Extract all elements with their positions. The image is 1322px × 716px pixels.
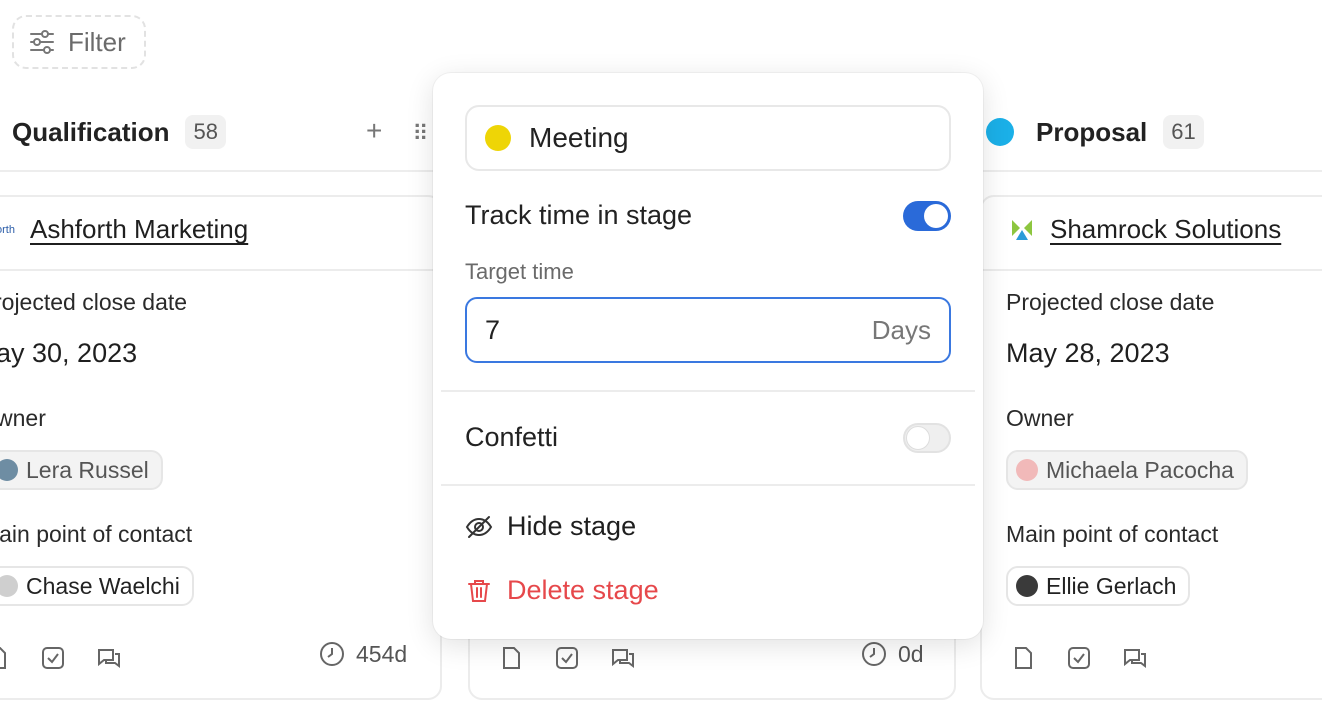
- contact-chip[interactable]: Ellie Gerlach: [1006, 566, 1191, 606]
- confetti-row: Confetti: [465, 422, 951, 453]
- comments-icon[interactable]: [610, 645, 636, 671]
- stage-color-dot: [986, 118, 1014, 146]
- owner-label: wner: [0, 405, 46, 431]
- company-link[interactable]: orth Ashforth Marketing: [0, 214, 248, 245]
- column-actions: + ⠿: [366, 115, 429, 147]
- popover-divider: [441, 390, 975, 392]
- trash-icon: [468, 579, 490, 602]
- card-footer-icons: [1010, 640, 1178, 676]
- owner-chip[interactable]: Lera Russel: [0, 450, 163, 490]
- target-time-input[interactable]: 7 Days: [465, 297, 951, 363]
- owner-name: Michaela Pacocha: [1046, 456, 1234, 483]
- track-time-toggle[interactable]: [903, 200, 951, 231]
- shamrock-logo-icon: [1012, 219, 1032, 240]
- deal-card[interactable]: [980, 195, 1322, 700]
- clock-icon: [862, 642, 886, 666]
- eye-off-icon: [465, 515, 493, 538]
- add-icon[interactable]: +: [366, 115, 382, 147]
- hide-stage-label: Hide stage: [507, 511, 637, 541]
- time-value: 0d: [898, 640, 924, 667]
- close-date-value: May 28, 2023: [1006, 338, 1170, 368]
- sliders-icon: [30, 30, 54, 54]
- close-date-label: Projected close date: [1006, 289, 1215, 315]
- confetti-label: Confetti: [465, 422, 559, 452]
- column-title: Proposal: [1036, 116, 1148, 147]
- deal-card[interactable]: [0, 195, 442, 700]
- stage-name-field[interactable]: Meeting: [465, 105, 951, 171]
- target-time-label: Target time: [465, 259, 574, 284]
- avatar: [1016, 575, 1038, 597]
- filter-label: Filter: [68, 26, 126, 57]
- column-divider: [0, 170, 440, 172]
- owner-name: Lera Russel: [26, 456, 149, 483]
- contact-label: lain point of contact: [0, 521, 193, 547]
- clock-icon: [320, 642, 344, 666]
- company-logo: orth: [0, 223, 15, 236]
- checkbox-icon[interactable]: [554, 645, 580, 671]
- track-time-label: Track time in stage: [465, 200, 693, 230]
- column-count-badge: 58: [185, 115, 226, 149]
- stage-color-dot[interactable]: [485, 125, 511, 151]
- document-icon[interactable]: [498, 645, 524, 671]
- hide-stage-item[interactable]: Hide stage: [465, 511, 636, 542]
- filter-button[interactable]: Filter: [12, 15, 146, 69]
- card-footer-icons: [498, 640, 666, 676]
- target-time-value: 7: [485, 314, 501, 345]
- document-icon[interactable]: [0, 645, 10, 671]
- time-in-stage: 454d: [318, 640, 407, 668]
- popover-divider: [441, 484, 975, 486]
- time-value: 454d: [356, 640, 408, 667]
- avatar: [1016, 459, 1038, 481]
- company-link[interactable]: Shamrock Solutions: [1008, 214, 1281, 245]
- toggle-knob: [924, 203, 948, 228]
- close-date-value: lay 30, 2023: [0, 338, 138, 368]
- target-time-unit: Days: [871, 314, 931, 345]
- column-header-qualification: Qualification 58: [12, 108, 226, 156]
- comments-icon[interactable]: [96, 645, 122, 671]
- delete-stage-label: Delete stage: [507, 575, 659, 605]
- card-separator: [0, 269, 440, 271]
- track-time-row: Track time in stage: [465, 200, 951, 231]
- card-separator: [982, 269, 1322, 271]
- company-name[interactable]: Shamrock Solutions: [1050, 214, 1281, 245]
- close-date-label: rojected close date: [0, 289, 188, 315]
- confetti-toggle[interactable]: [903, 422, 951, 453]
- contact-name: Ellie Gerlach: [1046, 572, 1177, 599]
- checkbox-icon[interactable]: [40, 645, 66, 671]
- avatar: [0, 459, 18, 481]
- stage-settings-popover: Meeting Track time in stage Target time …: [433, 73, 983, 639]
- card-footer-icons: [0, 640, 152, 676]
- stage-name-value: Meeting: [529, 122, 629, 153]
- owner-label: Owner: [1006, 405, 1074, 431]
- checkbox-icon[interactable]: [1066, 645, 1092, 671]
- comments-icon[interactable]: [1122, 645, 1148, 671]
- contact-chip[interactable]: Chase Waelchi: [0, 566, 194, 606]
- contact-label: Main point of contact: [1006, 521, 1219, 547]
- avatar: [0, 575, 18, 597]
- contact-name: Chase Waelchi: [26, 572, 180, 599]
- delete-stage-item[interactable]: Delete stage: [465, 575, 659, 606]
- column-count-badge: 61: [1163, 115, 1204, 149]
- time-in-stage: 0d: [860, 640, 924, 668]
- toggle-knob: [906, 425, 930, 450]
- drag-handle-icon[interactable]: ⠿: [412, 121, 428, 147]
- company-name[interactable]: Ashforth Marketing: [30, 214, 248, 245]
- document-icon[interactable]: [1010, 645, 1036, 671]
- column-header-proposal: Proposal 61: [986, 108, 1204, 156]
- owner-chip[interactable]: Michaela Pacocha: [1006, 450, 1248, 490]
- column-divider: [982, 170, 1322, 172]
- column-title: Qualification: [12, 116, 170, 147]
